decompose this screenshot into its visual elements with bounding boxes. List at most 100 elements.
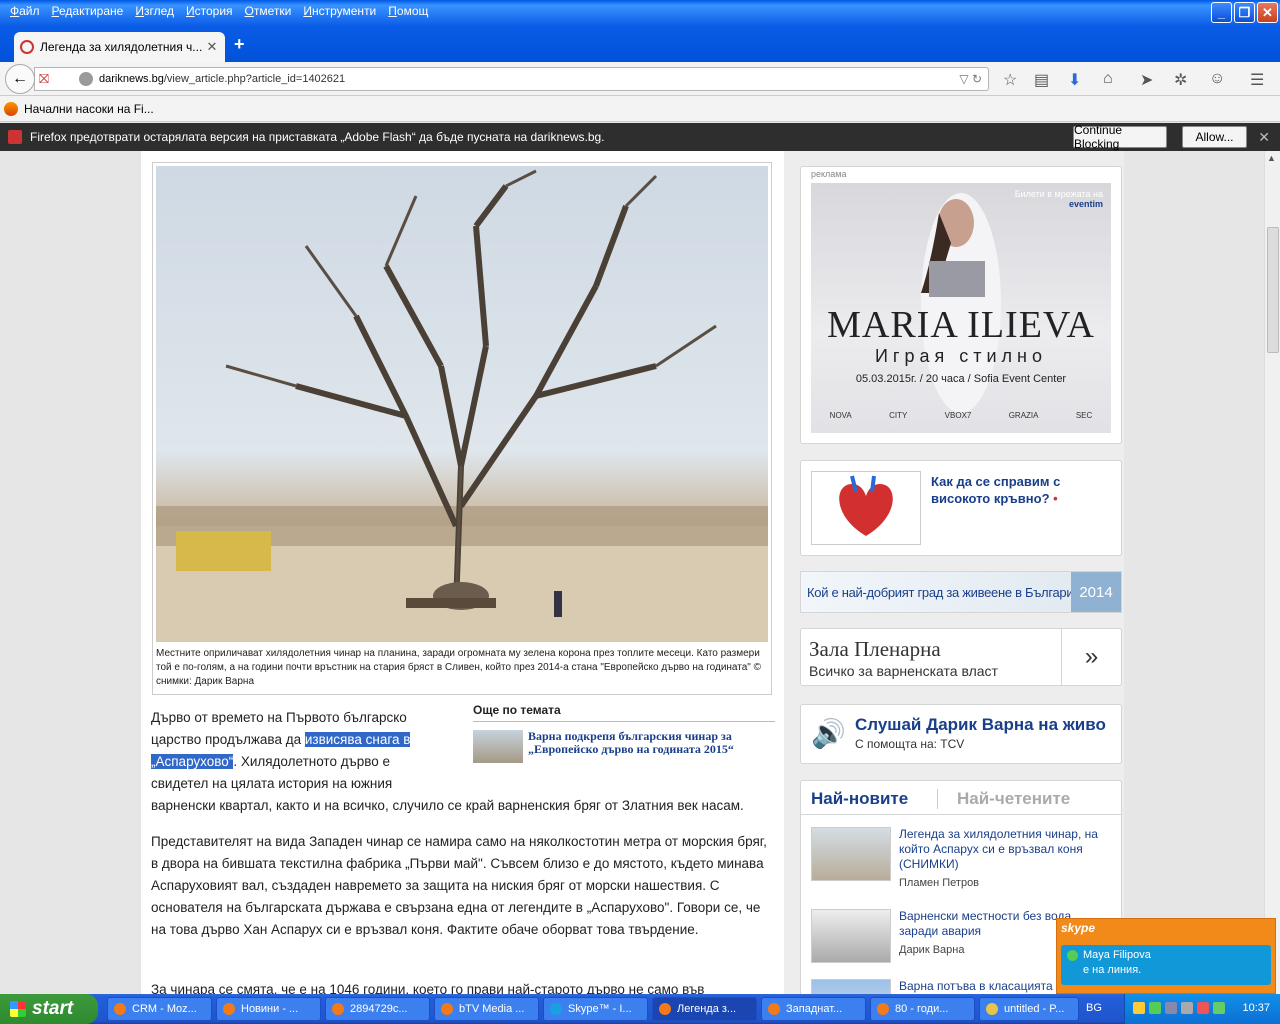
scroll-up-icon[interactable]: ▲	[1267, 153, 1276, 163]
news-tabs: Най-новите Най-четените	[801, 781, 1121, 815]
heart-teaser-link[interactable]: Как да се справим с високото кръвно? •	[931, 473, 1111, 507]
scrollbar-thumb[interactable]	[1267, 227, 1279, 353]
share-icon[interactable]: ✲	[1174, 70, 1187, 90]
continue-blocking-button[interactable]: Continue Blocking	[1073, 123, 1167, 151]
news-thumbnail[interactable]	[811, 909, 891, 963]
firefox-icon	[659, 1003, 671, 1015]
taskbar-item[interactable]: Skype™ - I...	[543, 997, 648, 1021]
send-icon[interactable]: ➤	[1140, 70, 1153, 90]
article-page: Местните оприличават хилядолетния чинар …	[141, 151, 1124, 994]
bookmark-star-icon[interactable]: ☆	[1003, 70, 1017, 90]
firefox-icon	[332, 1003, 344, 1015]
skype-notification-popup[interactable]: skype Maya Filipova е на линия.	[1056, 918, 1276, 994]
menu-history[interactable]: История	[186, 4, 233, 18]
related-item[interactable]: Варна подкрепя българския чинар за „Евро…	[473, 730, 775, 763]
heart-icon	[839, 475, 893, 536]
reload-icon[interactable]: ▽ ↻	[959, 72, 988, 86]
new-tab-button[interactable]: +	[234, 34, 245, 55]
taskbar-item-label: bTV Media ...	[459, 1003, 525, 1015]
language-indicator[interactable]: BG	[1086, 1002, 1102, 1014]
heart-title[interactable]: Как да се справим с високото кръвно?	[931, 474, 1060, 506]
hamburger-menu-icon[interactable]: ☰	[1250, 70, 1264, 90]
menu-edit[interactable]: Редактиране	[52, 4, 124, 18]
firefox-icon	[223, 1003, 235, 1015]
download-icon[interactable]: ⬇	[1068, 70, 1081, 90]
menu-view[interactable]: Изглед	[135, 4, 174, 18]
smiley-icon[interactable]: ☺	[1209, 70, 1225, 88]
radio-live-box[interactable]: 🔊 Слушай Дарик Варна на живо С помощта н…	[800, 704, 1122, 764]
heart-diagram-image[interactable]	[811, 471, 921, 545]
clock: 10:37	[1242, 1002, 1270, 1014]
lead-paragraph: Дърво от времето на Първото българско ца…	[151, 707, 451, 795]
tab-close-icon[interactable]: ✕	[205, 39, 219, 55]
ad-box: реклама Билети в мрежата на eventim MARIA…	[800, 166, 1122, 444]
zala-plenarna-box[interactable]: Зала Пленарна Всичко за варненската влас…	[800, 628, 1122, 686]
tab-most-read[interactable]: Най-четените	[957, 789, 1070, 809]
ad-date: 05.03.2015г. / 20 часа / Sofia Event Cen…	[855, 373, 1067, 385]
radio-title[interactable]: Слушай Дарик Варна на живо	[855, 715, 1106, 735]
ad-subtitle: Играя стилно	[874, 346, 1048, 366]
city-banner-text[interactable]: Кой е най-добрият град за живеене в Бълг…	[807, 585, 1087, 600]
url-bar[interactable]: ⛝ dariknews.bg/view_article.php?article_…	[34, 67, 989, 91]
taskbar-item[interactable]: Новини - ...	[216, 997, 321, 1021]
skype-tray-icon[interactable]	[1149, 1002, 1161, 1014]
double-chevron-right-icon[interactable]: »	[1061, 629, 1121, 685]
network-icon[interactable]	[1165, 1002, 1177, 1014]
tab-title: Легенда за хилядолетния ч...	[40, 40, 203, 54]
tab-active[interactable]: Легенда за хилядолетния ч... ✕	[14, 32, 225, 62]
related-thumbnail[interactable]	[473, 730, 523, 763]
menu-file[interactable]: Файл	[10, 4, 40, 18]
ad-top-line: Билети в мрежата на	[1014, 189, 1103, 199]
security-icon[interactable]	[1213, 1002, 1225, 1014]
lock-addon-icon[interactable]: ⛝	[39, 71, 57, 87]
taskbar-item[interactable]: untitled - P...	[979, 997, 1079, 1021]
taskbar-item[interactable]: Западнат...	[761, 997, 866, 1021]
tray-icon[interactable]	[1133, 1002, 1145, 1014]
news-title[interactable]: Легенда за хилядолетния чинар, на който …	[899, 827, 1111, 872]
zala-title[interactable]: Зала Пленарна	[809, 637, 941, 662]
tray-icon[interactable]	[1181, 1002, 1193, 1014]
tab-separator	[937, 789, 938, 809]
lead-text-3: варненски квартал, както и на всичко, сл…	[151, 798, 744, 813]
skype-message[interactable]: Maya Filipova е на линия.	[1061, 945, 1271, 985]
news-thumbnail[interactable]	[811, 827, 891, 881]
related-link[interactable]: Варна подкрепя българския чинар за „Евро…	[528, 730, 775, 763]
ad-banner[interactable]: Билети в мрежата на eventim MARIA ILIEVA …	[811, 183, 1111, 433]
menu-tools[interactable]: Инструменти	[303, 4, 376, 18]
volume-icon[interactable]	[1197, 1002, 1209, 1014]
reading-list-icon[interactable]: ▤	[1034, 70, 1049, 90]
menu-bookmarks[interactable]: Отметки	[245, 4, 292, 18]
taskbar-item[interactable]: CRM - Moz...	[107, 997, 212, 1021]
tree-photo[interactable]	[156, 166, 768, 642]
bookmark-getting-started[interactable]: Начални насоки на Fi...	[24, 102, 154, 116]
menu-help[interactable]: Помощ	[388, 4, 428, 18]
start-button[interactable]: start	[0, 994, 98, 1024]
url-path: /view_article.php?article_id=1402621	[163, 73, 346, 85]
close-notification-icon[interactable]: ✕	[1258, 129, 1270, 146]
minimize-button[interactable]: _	[1211, 2, 1232, 23]
city-survey-banner[interactable]: Кой е най-добрият град за живеене в Бълг…	[800, 571, 1122, 613]
photo-caption: Местните оприличават хилядолетния чинар …	[156, 648, 761, 687]
taskbar-item-label: CRM - Moz...	[132, 1003, 197, 1015]
close-window-button[interactable]: ✕	[1257, 2, 1278, 23]
back-button[interactable]: ←	[5, 64, 35, 94]
news-thumbnail[interactable]	[811, 979, 891, 994]
maximize-button[interactable]: ❐	[1234, 2, 1255, 23]
news-author: Пламен Петров	[899, 877, 980, 889]
vertical-scrollbar[interactable]: ▲	[1264, 151, 1280, 994]
article-paragraph-3: За чинара се смята, че е на 1046 години,…	[151, 982, 705, 994]
taskbar-item[interactable]: 2894729c...	[325, 997, 430, 1021]
home-icon[interactable]: ⌂	[1103, 70, 1113, 88]
city-banner-year: 2014	[1071, 572, 1121, 612]
skype-icon	[550, 1003, 562, 1015]
ad-top-text: Билети в мрежата на eventim	[991, 189, 1103, 209]
taskbar-item-label: Западнат...	[786, 1003, 843, 1015]
allow-button[interactable]: Allow...	[1182, 126, 1247, 148]
taskbar-item[interactable]: bTV Media ...	[434, 997, 539, 1021]
globe-icon	[79, 72, 93, 86]
tab-newest[interactable]: Най-новите	[811, 789, 908, 809]
skype-contact-name: Maya Filipova	[1083, 949, 1151, 961]
taskbar-item[interactable]: 80 - годи...	[870, 997, 975, 1021]
taskbar-item-active[interactable]: Легенда з...	[652, 997, 757, 1021]
news-item[interactable]: Легенда за хилядолетния чинар, на който …	[811, 827, 1111, 889]
